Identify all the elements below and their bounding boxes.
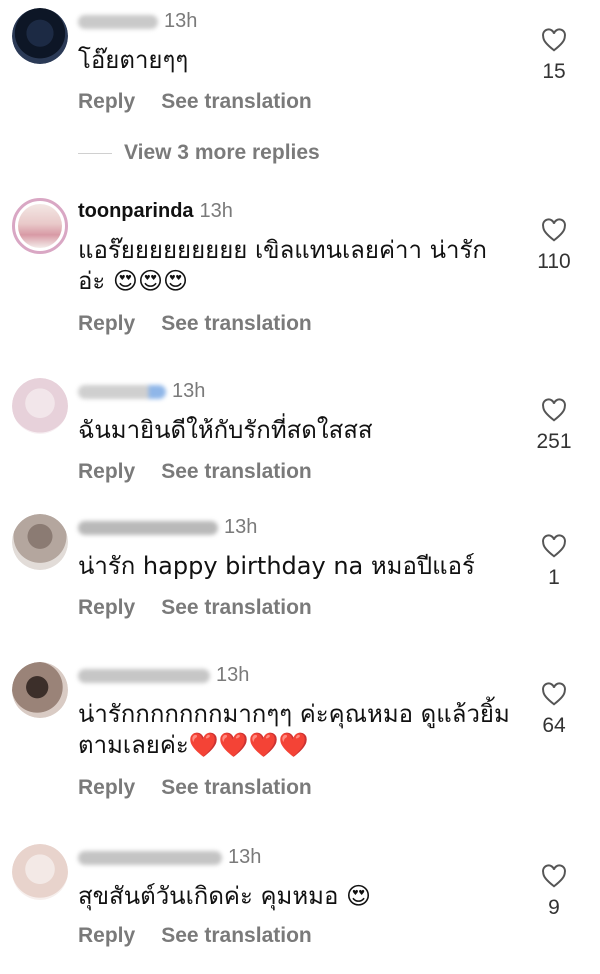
username[interactable]: toonparinda: [78, 200, 194, 223]
comment-time: 13h: [172, 380, 206, 402]
comment-time: 13h: [164, 10, 198, 32]
heart-icon[interactable]: [541, 682, 567, 706]
avatar[interactable]: [12, 8, 68, 64]
username-blurred[interactable]: [78, 384, 166, 399]
comment-time: 13h: [216, 664, 250, 686]
reply-button[interactable]: Reply: [78, 776, 135, 800]
avatar[interactable]: [12, 378, 68, 434]
like-count: 1: [548, 566, 560, 589]
view-more-replies-button[interactable]: View 3 more replies: [78, 141, 320, 165]
avatar[interactable]: [12, 844, 68, 900]
see-translation-button[interactable]: See translation: [161, 312, 312, 336]
username-blurred[interactable]: [78, 14, 158, 29]
comment-time: 13h: [224, 516, 258, 538]
heart-icon[interactable]: [541, 28, 567, 52]
reply-button[interactable]: Reply: [78, 924, 135, 948]
comment-text: น่ารักกกกกกกมากๆๆ ค่ะคุณหมอ ดูแล้วยิ้มตา…: [78, 700, 510, 759]
like-count: 64: [542, 714, 566, 737]
username-blurred[interactable]: [78, 668, 210, 683]
divider: [78, 152, 112, 154]
reply-button[interactable]: Reply: [78, 312, 135, 336]
comment-text: ฉันมายินดีให้กับรักที่สดใสสส: [78, 416, 373, 444]
like-count: 110: [537, 250, 571, 273]
heart-icon[interactable]: [541, 218, 567, 242]
see-translation-button[interactable]: See translation: [161, 460, 312, 484]
reply-button[interactable]: Reply: [78, 460, 135, 484]
view-more-replies-label: View 3 more replies: [124, 141, 320, 164]
avatar[interactable]: [12, 514, 68, 570]
heart-icon[interactable]: [541, 534, 567, 558]
username-blurred[interactable]: [78, 520, 218, 535]
comment-text: โอ๊ยตายๆๆ: [78, 46, 189, 74]
username-blurred[interactable]: [78, 850, 222, 865]
reply-button[interactable]: Reply: [78, 90, 135, 114]
heart-icon[interactable]: [541, 864, 567, 888]
comment-time: 13h: [228, 846, 262, 868]
see-translation-button[interactable]: See translation: [161, 596, 312, 620]
heart-icon[interactable]: [541, 398, 567, 422]
comment-text: น่ารัก happy birthday na หมอปีแอร์: [78, 552, 475, 580]
comment-text: แอร๊ยยยยยยยยย เขิลแทนเลยค่าา น่ารัก อ่ะ …: [78, 236, 487, 295]
see-translation-button[interactable]: See translation: [161, 90, 312, 114]
see-translation-button[interactable]: See translation: [161, 924, 312, 948]
avatar[interactable]: [12, 662, 68, 718]
like-count: 15: [542, 60, 566, 83]
reply-button[interactable]: Reply: [78, 596, 135, 620]
comment-time: 13h: [199, 200, 233, 222]
like-count: 251: [536, 430, 572, 453]
avatar[interactable]: [12, 198, 68, 254]
see-translation-button[interactable]: See translation: [161, 776, 312, 800]
comment-text: สุขสันต์วันเกิดค่ะ คุมหมอ 😍: [78, 882, 372, 910]
like-count: 9: [548, 896, 560, 919]
